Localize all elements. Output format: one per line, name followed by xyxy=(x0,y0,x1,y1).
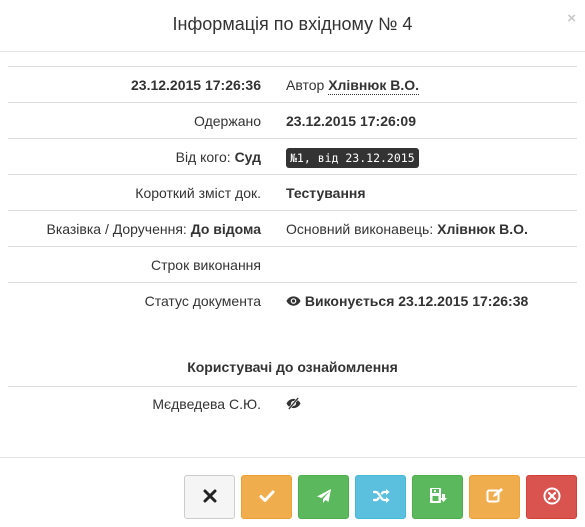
modal-header: Інформація по вхідному № 4 × xyxy=(0,0,585,52)
author-label: Автор xyxy=(286,77,325,93)
acquaint-section-title: Користувачі до ознайомлення xyxy=(8,348,577,387)
close-button[interactable] xyxy=(184,475,235,519)
acquaint-user-row: Мєдведева С.Ю. xyxy=(8,386,577,422)
row-deadline: Строк виконання xyxy=(8,247,577,283)
modal-title: Інформація по вхідному № 4 xyxy=(172,14,413,34)
summary-value: Тестування xyxy=(286,185,366,201)
confirm-button[interactable] xyxy=(241,475,292,519)
delete-button[interactable] xyxy=(526,475,577,519)
shuffle-icon xyxy=(372,488,390,506)
row-status: Статус документа Виконується 23.12.2015 … xyxy=(8,283,577,319)
save-button[interactable] xyxy=(412,475,463,519)
from-value: Суд xyxy=(234,149,261,165)
created-datetime: 23.12.2015 17:26:36 xyxy=(131,77,261,93)
close-icon xyxy=(203,489,217,506)
save-download-icon xyxy=(429,487,447,508)
redirect-button[interactable] xyxy=(355,475,406,519)
edit-button[interactable] xyxy=(469,475,520,519)
status-value: Виконується 23.12.2015 17:26:38 xyxy=(304,293,529,309)
eye-slash-icon xyxy=(286,387,301,423)
row-from: Від кого: Суд №1, від 23.12.2015 xyxy=(8,139,577,175)
instruction-label: Вказівка / Доручення: xyxy=(46,221,187,237)
summary-label: Короткий зміст док. xyxy=(135,185,261,201)
info-table: 23.12.2015 17:26:36 Автор Хлівнюк В.О. О… xyxy=(8,66,577,319)
edit-icon xyxy=(486,487,503,507)
instruction-value: До відома xyxy=(190,221,261,237)
outgoing-number-badge: №1, від 23.12.2015 xyxy=(286,148,419,169)
row-received: Одержано 23.12.2015 17:26:09 xyxy=(8,103,577,139)
acquaint-user-name: Мєдведева С.Ю. xyxy=(152,396,261,412)
close-x-button[interactable]: × xyxy=(567,11,576,26)
executor-name: Хлівнюк В.О. xyxy=(437,221,528,237)
deadline-label: Строк виконання xyxy=(151,257,261,273)
row-created: 23.12.2015 17:26:36 Автор Хлівнюк В.О. xyxy=(8,67,577,103)
row-instruction: Вказівка / Доручення: До відома Основний… xyxy=(8,211,577,247)
from-label: Від кого: xyxy=(175,149,231,165)
remove-circle-icon xyxy=(543,487,561,508)
send-button[interactable] xyxy=(298,475,349,519)
status-label: Статус документа xyxy=(144,293,261,309)
executor-label: Основний виконавець: xyxy=(286,221,434,237)
check-icon xyxy=(259,489,275,506)
received-value: 23.12.2015 17:26:09 xyxy=(286,113,416,129)
send-icon xyxy=(316,488,332,507)
row-summary: Короткий зміст док. Тестування xyxy=(8,175,577,211)
received-label: Одержано xyxy=(194,113,261,129)
eye-icon xyxy=(286,284,301,320)
author-name[interactable]: Хлівнюк В.О. xyxy=(328,77,420,95)
modal-footer xyxy=(0,457,585,527)
